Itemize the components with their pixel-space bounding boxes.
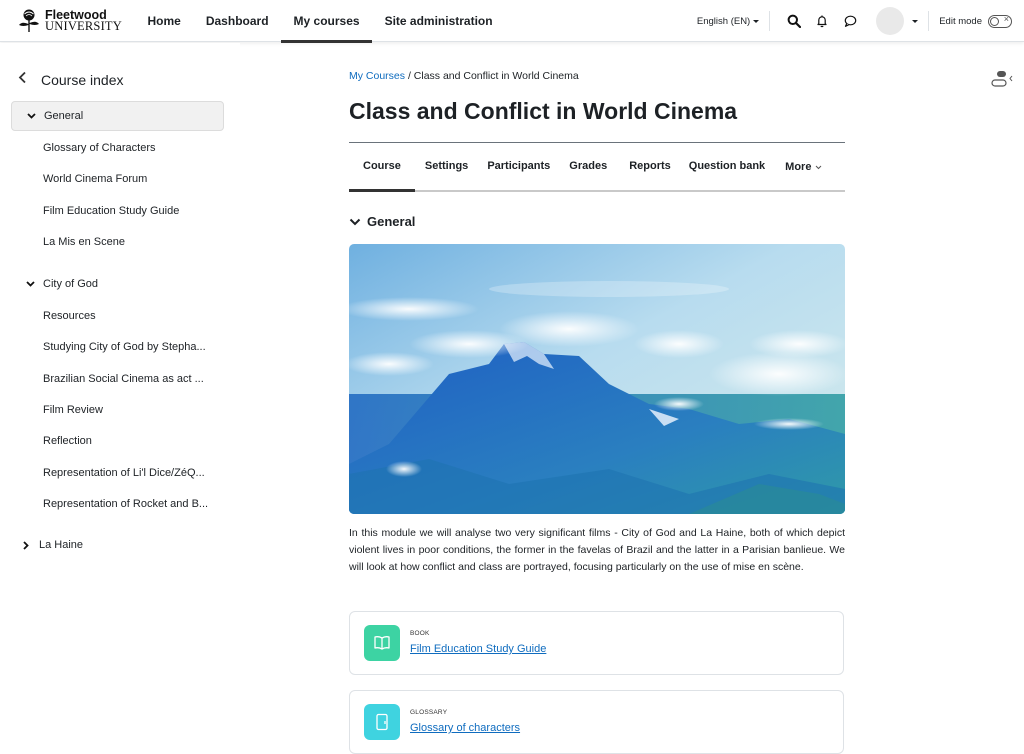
course-index-item[interactable]: Resources	[43, 310, 96, 322]
chevron-left-icon[interactable]	[18, 71, 27, 89]
section-title: General	[367, 214, 416, 229]
course-index-header[interactable]: Course index	[18, 71, 124, 89]
tab-more[interactable]: More	[785, 143, 822, 191]
brand-logo[interactable]: Fleetwood UNIVERSITY	[17, 8, 122, 34]
messages-button[interactable]	[836, 7, 864, 35]
course-banner-image	[349, 244, 845, 514]
course-index-item[interactable]: Studying City of God by Stepha...	[43, 341, 206, 353]
tab-question-bank[interactable]: Question bank	[689, 143, 765, 191]
bell-icon	[817, 15, 827, 28]
nav-home[interactable]: Home	[135, 0, 193, 42]
chevron-down-icon[interactable]	[349, 215, 361, 229]
nav-dashboard[interactable]: Dashboard	[193, 0, 281, 42]
language-label: English (EN)	[696, 15, 751, 27]
chevron-down-icon	[816, 165, 822, 169]
course-index-item[interactable]: World Cinema Forum	[43, 173, 147, 185]
tab-course[interactable]: Course	[363, 143, 401, 191]
chevron-right-icon[interactable]	[19, 540, 33, 550]
avatar[interactable]	[876, 7, 905, 35]
nav-my-courses[interactable]: My courses	[281, 0, 373, 43]
notifications-button[interactable]	[808, 7, 836, 35]
tab-more-label: More	[785, 161, 812, 173]
divider	[928, 11, 930, 31]
section-label[interactable]: City of God	[43, 278, 98, 290]
activity-type: GLOSSARY	[410, 709, 448, 716]
activity-link[interactable]: Glossary of characters	[410, 722, 520, 734]
tab-grades[interactable]: Grades	[569, 143, 607, 191]
course-index-item[interactable]: Representation of Rocket and B...	[43, 498, 208, 510]
section-label[interactable]: La Haine	[39, 539, 83, 551]
course-index-item[interactable]: Representation of Li'l Dice/ZéQ...	[43, 467, 205, 479]
course-index-item[interactable]: Film Education Study Guide	[43, 205, 179, 217]
tab-reports[interactable]: Reports	[629, 143, 671, 191]
nav-site-administration[interactable]: Site administration	[372, 0, 505, 42]
course-index-item[interactable]: Glossary of Characters	[43, 142, 155, 154]
active-tab-indicator	[349, 189, 415, 192]
tab-settings[interactable]: Settings	[425, 143, 468, 191]
primary-navigation: Home Dashboard My courses Site administr…	[135, 0, 505, 43]
activity-link[interactable]: Film Education Study Guide	[410, 643, 546, 655]
caret-down-icon	[753, 19, 760, 23]
glossary-icon	[364, 704, 400, 740]
activity-card-book[interactable]: BOOK Film Education Study Guide	[349, 611, 844, 675]
user-menu-caret-icon[interactable]	[912, 19, 919, 23]
course-index-drawer: Course index General Glossary of Charact…	[0, 43, 240, 728]
course-tabs: Course Settings Participants Grades Repo…	[349, 143, 845, 191]
book-icon	[364, 625, 400, 661]
course-index-item[interactable]: La Mis en Scene	[43, 236, 125, 248]
navbar-right: English (EN) Edit mode	[697, 0, 1012, 42]
chat-bubble-icon	[844, 15, 857, 27]
edit-mode-switch[interactable]: Edit mode	[939, 14, 1012, 28]
course-index-section-la-haine[interactable]: La Haine	[9, 530, 222, 560]
breadcrumb-current: Class and Conflict in World Cinema	[413, 70, 579, 82]
divider	[769, 11, 771, 31]
breadcrumb-separator: /	[407, 70, 411, 82]
course-index-item[interactable]: Reflection	[43, 435, 92, 447]
block-drawer-toggle[interactable]	[990, 70, 1014, 90]
top-navbar: Fleetwood UNIVERSITY Home Dashboard My c…	[0, 0, 1024, 43]
language-menu[interactable]: English (EN)	[696, 15, 760, 27]
brand-subtitle: UNIVERSITY	[45, 19, 122, 33]
page-title: Class and Conflict in World Cinema	[349, 98, 738, 124]
divider	[349, 190, 845, 192]
section-description: In this module we will analyse two very …	[349, 527, 845, 573]
section-label[interactable]: General	[44, 110, 83, 122]
course-index-section-city-of-god[interactable]: City of God	[11, 269, 224, 299]
edit-mode-toggle[interactable]	[988, 14, 1012, 28]
search-icon	[787, 14, 802, 28]
breadcrumb-my-courses[interactable]: My Courses	[349, 70, 405, 82]
activity-type: BOOK	[410, 630, 430, 637]
chevron-down-icon[interactable]	[24, 113, 38, 119]
course-index-item[interactable]: Film Review	[43, 404, 103, 416]
activity-card-glossary[interactable]: GLOSSARY Glossary of characters	[349, 690, 844, 754]
chevron-down-icon[interactable]	[23, 281, 37, 287]
rose-crest-icon	[19, 9, 39, 32]
blocks-icon	[991, 71, 1013, 87]
section-header-general[interactable]: General	[349, 214, 415, 229]
tab-participants[interactable]: Participants	[487, 143, 550, 191]
course-index-title: Course index	[41, 72, 124, 88]
course-index-item[interactable]: Brazilian Social Cinema as act ...	[43, 373, 204, 385]
breadcrumb: My Courses / Class and Conflict in World…	[349, 70, 579, 82]
edit-mode-label: Edit mode	[939, 15, 982, 27]
course-index-section-general[interactable]: General	[11, 101, 224, 131]
search-button[interactable]	[780, 7, 808, 35]
